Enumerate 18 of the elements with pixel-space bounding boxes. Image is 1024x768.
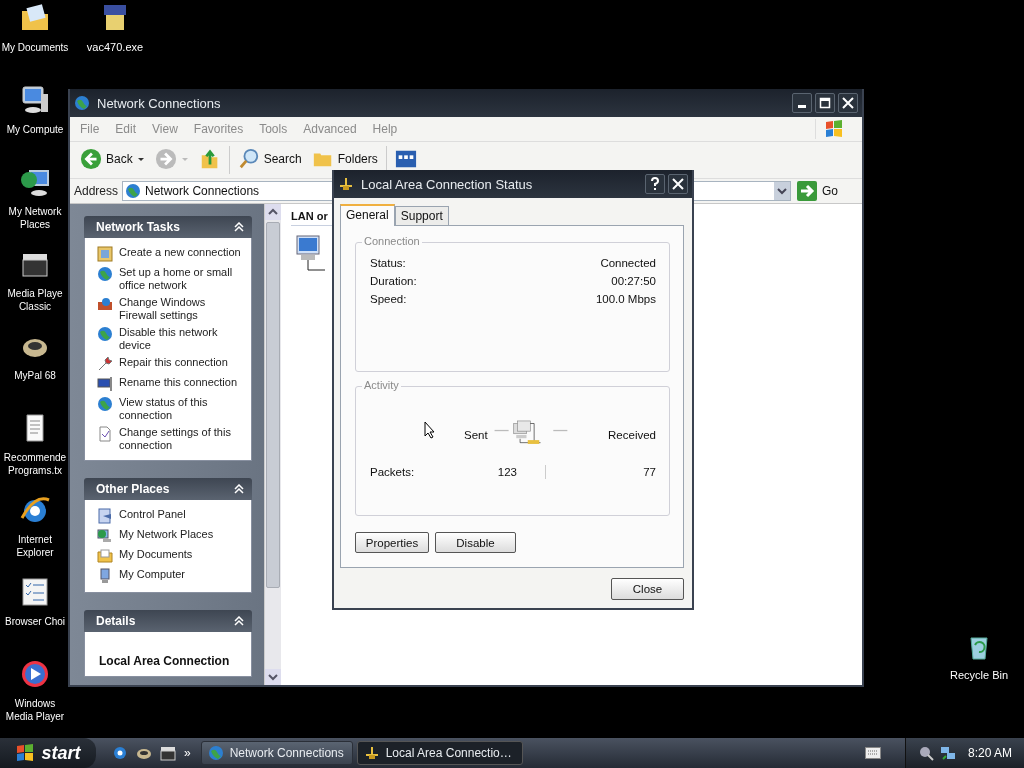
window-title: Network Connections — [97, 95, 221, 111]
packets-label: Packets: — [370, 466, 416, 478]
field-label: Status: — [370, 257, 406, 269]
clock: 8:20 AM — [967, 746, 1012, 760]
group-legend: Connection — [362, 235, 422, 247]
field-value: 00:27:50 — [611, 275, 656, 287]
dialog-title: Local Area Connection Status — [361, 176, 533, 192]
sent-label: Sent — [464, 429, 488, 441]
field-label: Duration: — [370, 275, 417, 287]
received-label: Received — [608, 429, 656, 441]
address-label: Address — [74, 184, 119, 198]
field-label: Speed: — [370, 293, 407, 305]
packets-received-value: 77 — [642, 466, 656, 478]
field-value: Connected — [600, 257, 656, 269]
details-heading: Local Area Connection — [99, 654, 231, 668]
field-value: 100.0 Mbps — [595, 293, 656, 305]
group-legend: Activity — [362, 379, 401, 391]
packets-sent-value: 123 — [496, 466, 517, 478]
